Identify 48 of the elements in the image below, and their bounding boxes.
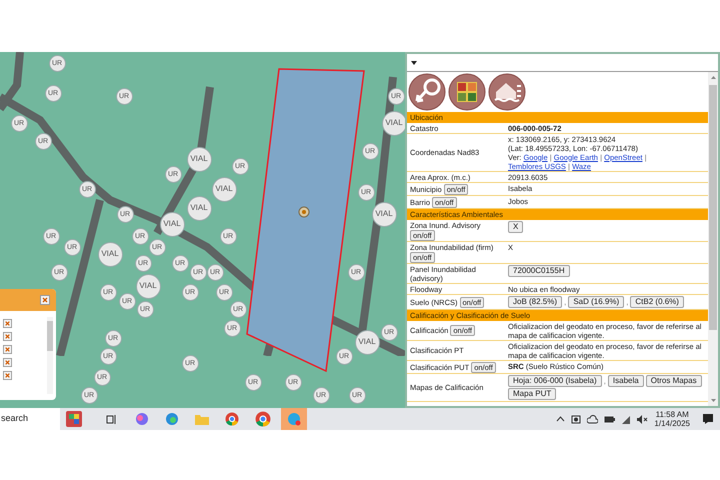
clock-date[interactable]: 1/14/2025 bbox=[654, 419, 690, 428]
map-label-marker: VIAL bbox=[372, 202, 396, 226]
value-button[interactable]: Hoja: 006-000 (Isabela) bbox=[508, 375, 602, 387]
battery-icon[interactable] bbox=[604, 416, 616, 422]
map-label-marker: VIAL bbox=[160, 212, 184, 236]
camera-icon[interactable] bbox=[571, 414, 582, 424]
scroll-up-icon[interactable] bbox=[710, 76, 716, 79]
map-label-marker: VIAL bbox=[136, 274, 160, 298]
close-icon[interactable] bbox=[3, 358, 12, 367]
value-button[interactable]: CtB2 (0.6%) bbox=[630, 296, 684, 308]
notification-icon[interactable] bbox=[702, 413, 714, 425]
close-icon[interactable] bbox=[3, 319, 12, 328]
value-button[interactable]: SaD (16.9%) bbox=[568, 296, 624, 308]
close-icon[interactable] bbox=[3, 345, 12, 354]
chrome-icon[interactable] bbox=[255, 411, 271, 427]
dropdown-arrow-icon[interactable] bbox=[411, 60, 417, 64]
scroll-down-icon[interactable] bbox=[710, 399, 716, 402]
value-button[interactable]: X bbox=[508, 221, 524, 233]
skype-icon bbox=[287, 412, 301, 426]
map-label-marker: VIAL bbox=[212, 176, 236, 202]
value-button[interactable]: Otros Mapas bbox=[646, 375, 702, 387]
close-icon[interactable] bbox=[40, 295, 50, 305]
chrome-icon[interactable] bbox=[225, 412, 239, 426]
map-label-marker: VIAL bbox=[354, 330, 380, 354]
value-button[interactable]: Mapa PUT bbox=[508, 388, 556, 400]
map-label-marker: VIAL bbox=[382, 110, 405, 136]
map-label-marker: VIAL bbox=[186, 196, 212, 220]
value-button[interactable]: JoB (82.5%) bbox=[508, 296, 562, 308]
chevron-up-icon[interactable] bbox=[556, 416, 566, 422]
close-icon[interactable] bbox=[3, 332, 12, 341]
wifi-icon[interactable] bbox=[621, 414, 632, 424]
close-icon[interactable] bbox=[3, 371, 12, 380]
copilot-icon[interactable] bbox=[135, 412, 149, 426]
browser-icon[interactable] bbox=[165, 412, 179, 426]
clock-time[interactable]: 11:58 AM bbox=[656, 410, 689, 419]
scrollbar[interactable] bbox=[708, 72, 718, 406]
speaker-muted-icon[interactable] bbox=[637, 414, 648, 424]
value-button[interactable]: 72000C0155H bbox=[508, 265, 570, 277]
cube-icon[interactable] bbox=[64, 410, 84, 428]
value-button[interactable]: Isabela bbox=[608, 375, 644, 387]
search-field[interactable]: search bbox=[0, 408, 60, 430]
agency-logo-icon[interactable] bbox=[448, 73, 486, 111]
cloud-icon[interactable] bbox=[587, 414, 598, 424]
flooded-house-icon[interactable] bbox=[488, 73, 526, 111]
map-label-marker: VIAL bbox=[98, 242, 122, 266]
task-view-icon[interactable] bbox=[106, 414, 117, 424]
scrollbar[interactable] bbox=[47, 317, 53, 394]
map-label-marker: VIAL bbox=[186, 146, 212, 172]
